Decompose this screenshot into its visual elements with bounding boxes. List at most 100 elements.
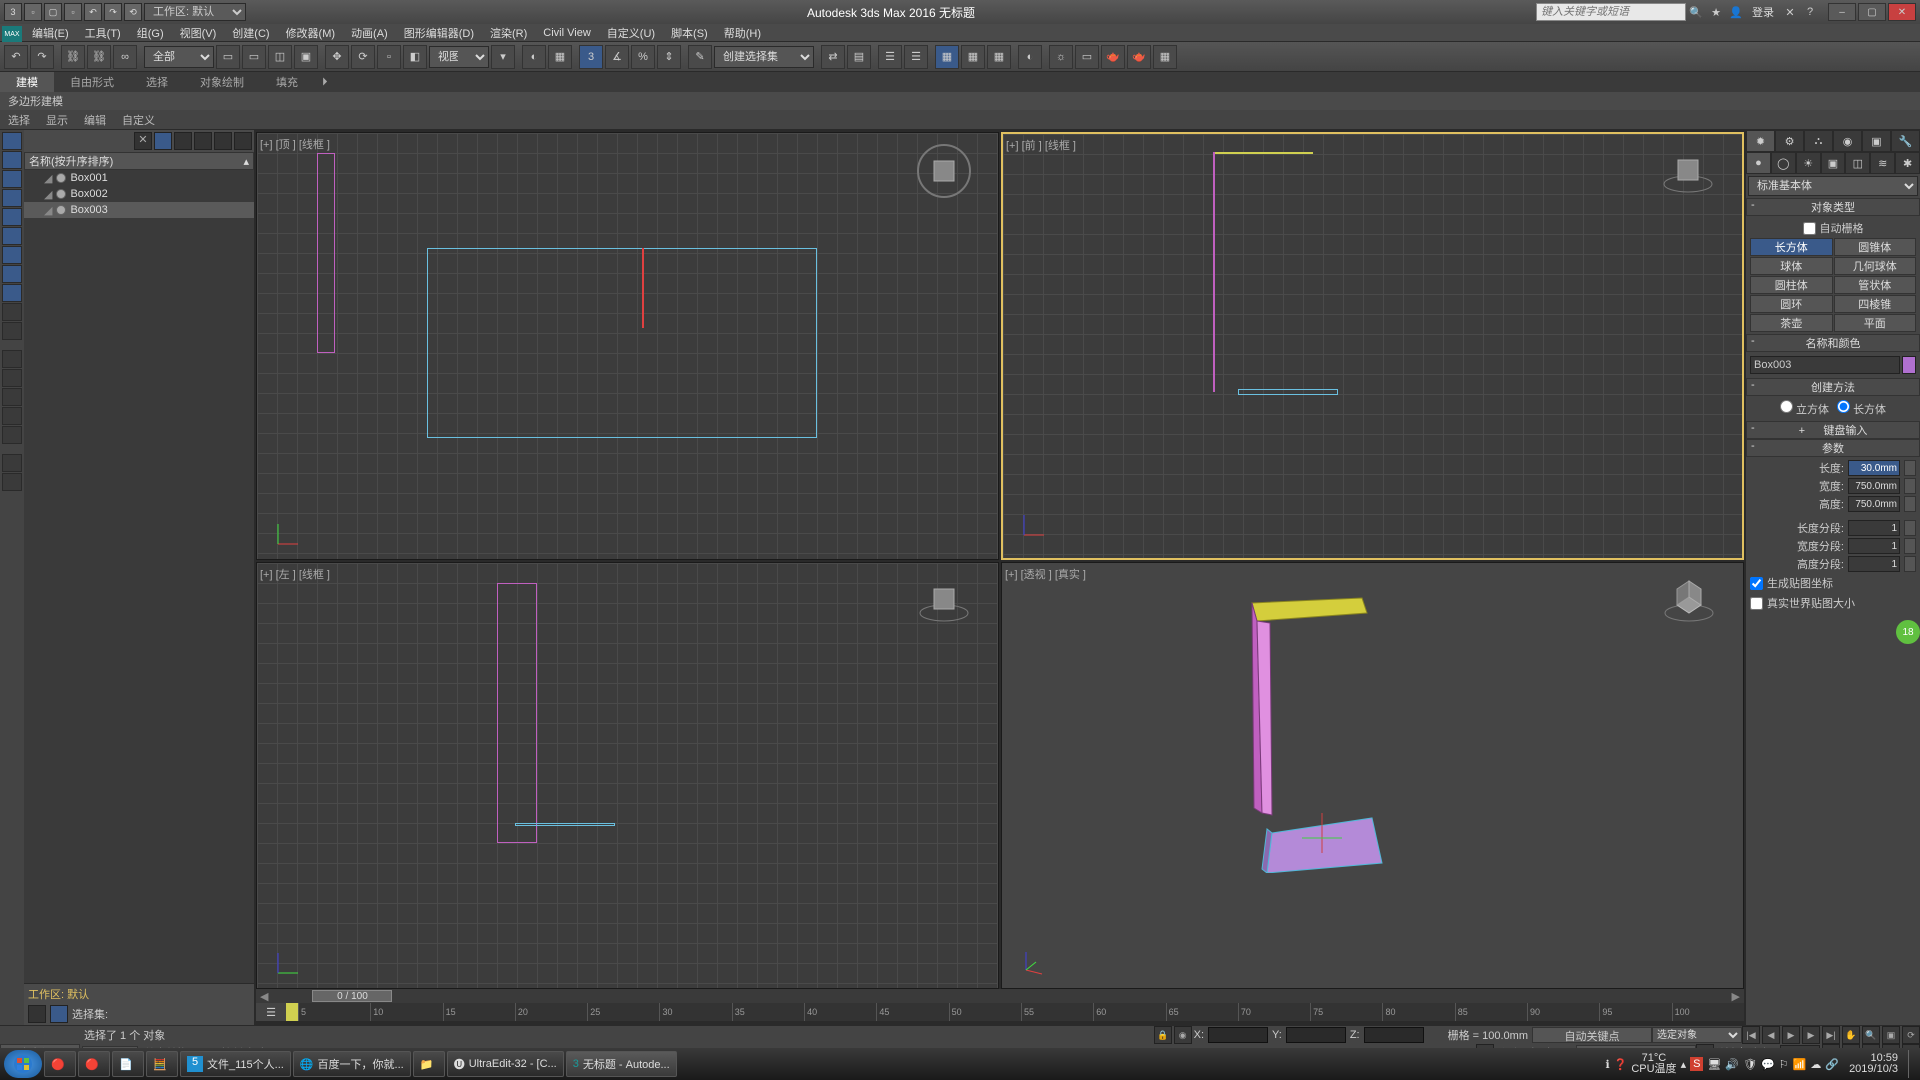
subtab-helpers-icon[interactable]: ◫ bbox=[1845, 152, 1870, 174]
tray-vol-icon[interactable]: 🔊 bbox=[1725, 1058, 1739, 1071]
timeline-key-marker[interactable] bbox=[286, 1003, 298, 1021]
selection-filter-dropdown[interactable]: 全部 bbox=[144, 46, 214, 68]
star-icon[interactable]: ★ bbox=[1706, 2, 1726, 22]
bind-button[interactable]: ∞ bbox=[113, 45, 137, 69]
named-selset-dropdown[interactable]: 创建选择集 bbox=[714, 46, 814, 68]
filter-group3-icon[interactable] bbox=[2, 388, 22, 406]
viewcube-icon[interactable] bbox=[1659, 571, 1719, 631]
undo-icon[interactable]: ↶ bbox=[84, 3, 102, 21]
viewport-perspective[interactable]: [+] [透视 ] [真实 ] bbox=[1001, 562, 1744, 990]
autogrid-checkbox[interactable] bbox=[1803, 222, 1816, 235]
mirror-button[interactable]: ⇄ bbox=[821, 45, 845, 69]
render-setup-button[interactable]: ☼ bbox=[1049, 45, 1073, 69]
taskbar-clock[interactable]: 10:592019/10/3 bbox=[1843, 1053, 1904, 1075]
time-ruler[interactable]: ☰ 51015202530354045505560657075808590951… bbox=[256, 1003, 1744, 1021]
length-spinner[interactable] bbox=[1848, 460, 1900, 476]
taskbar-app2[interactable]: 🔴 bbox=[78, 1051, 110, 1077]
se-mode2-icon[interactable] bbox=[174, 132, 192, 150]
render-online-button[interactable]: ▦ bbox=[1153, 45, 1177, 69]
align-button[interactable]: ▤ bbox=[847, 45, 871, 69]
menu-anim[interactable]: 动画(A) bbox=[343, 25, 396, 41]
prim-geosphere-button[interactable]: 几何球体 bbox=[1834, 257, 1917, 275]
render-frame-button[interactable]: ▭ bbox=[1075, 45, 1099, 69]
scene-item[interactable]: ◢Box001 bbox=[24, 170, 254, 186]
filter-cam-icon[interactable] bbox=[2, 189, 22, 207]
tray-info-icon[interactable]: ℹ bbox=[1605, 1058, 1609, 1071]
maximize-button[interactable]: ▢ bbox=[1858, 3, 1886, 21]
filter-light-icon[interactable] bbox=[2, 170, 22, 188]
rollout-params-header[interactable]: 参数 bbox=[1746, 439, 1920, 457]
spinner-arrows-icon[interactable] bbox=[1904, 538, 1916, 554]
filter-bone-icon[interactable] bbox=[2, 246, 22, 264]
redo-icon[interactable]: ↷ bbox=[104, 3, 122, 21]
tray-more-icon[interactable]: ☁ bbox=[1810, 1058, 1821, 1071]
menu-script[interactable]: 脚本(S) bbox=[663, 25, 716, 41]
se-display[interactable]: 显示 bbox=[46, 112, 68, 128]
viewport-top[interactable]: [+] [顶 ] [线框 ] bbox=[256, 132, 999, 560]
prim-box-button[interactable]: 长方体 bbox=[1750, 238, 1833, 256]
filter-group4-icon[interactable] bbox=[2, 407, 22, 425]
pivot-button[interactable]: ▾ bbox=[491, 45, 515, 69]
rollout-method-header[interactable]: 创建方法 bbox=[1746, 378, 1920, 396]
filter-group1-icon[interactable] bbox=[2, 350, 22, 368]
edit-selset-button[interactable]: ✎ bbox=[688, 45, 712, 69]
ribbon-tab-freeform[interactable]: 自由形式 bbox=[54, 72, 130, 92]
snap-toggle-3[interactable]: 3 bbox=[579, 45, 603, 69]
goto-end-button[interactable]: ▶| bbox=[1822, 1026, 1840, 1044]
tab-create-icon[interactable]: ✹ bbox=[1746, 130, 1775, 152]
link-icon[interactable]: ⟲ bbox=[124, 3, 142, 21]
keymode-button[interactable]: ▦ bbox=[548, 45, 572, 69]
autokey-button[interactable]: 自动关键点 bbox=[1532, 1027, 1652, 1043]
y-coord-input[interactable] bbox=[1286, 1027, 1346, 1043]
tab-display-icon[interactable]: ▣ bbox=[1862, 130, 1891, 152]
iso-icon[interactable]: ◉ bbox=[1174, 1026, 1192, 1044]
viewport-label[interactable]: [+] [透视 ] [真实 ] bbox=[1005, 566, 1086, 582]
object-name-input[interactable] bbox=[1750, 356, 1900, 374]
keymode-dropdown[interactable]: 选定对象 bbox=[1652, 1027, 1742, 1043]
viewport-label[interactable]: [+] [左 ] [线框 ] bbox=[260, 566, 330, 582]
next-frame-button[interactable]: ▶ bbox=[1802, 1026, 1820, 1044]
filter-misc2-icon[interactable] bbox=[2, 322, 22, 340]
refcoord-dropdown[interactable]: 视图 bbox=[429, 46, 489, 68]
render-button[interactable]: 🫖 bbox=[1101, 45, 1125, 69]
scale-button[interactable]: ▫ bbox=[377, 45, 401, 69]
filter-geom-icon[interactable] bbox=[2, 132, 22, 150]
object-color-swatch[interactable] bbox=[1902, 356, 1916, 374]
viewport-label[interactable]: [+] [前 ] [线框 ] bbox=[1006, 137, 1076, 153]
menu-edit[interactable]: 编辑(E) bbox=[24, 25, 77, 41]
close-button[interactable]: ✕ bbox=[1888, 3, 1916, 21]
se-foot1-icon[interactable] bbox=[28, 1005, 46, 1023]
ribbon-tab-paint[interactable]: 对象绘制 bbox=[184, 72, 260, 92]
help-search-input[interactable] bbox=[1536, 3, 1686, 21]
taskbar-app4[interactable]: 🧮 bbox=[146, 1051, 178, 1077]
redo-button[interactable]: ↷ bbox=[30, 45, 54, 69]
taskbar-item[interactable]: 🌐百度一下，你就... bbox=[293, 1051, 411, 1077]
save-icon[interactable]: ▫ bbox=[64, 3, 82, 21]
viewcube-icon[interactable] bbox=[914, 571, 974, 631]
nav-fov-icon[interactable]: ▣ bbox=[1882, 1026, 1900, 1044]
time-slider[interactable]: ◀ 0 / 100 ▶ bbox=[256, 989, 1744, 1003]
show-desktop-button[interactable] bbox=[1908, 1050, 1916, 1078]
nav-zoom-icon[interactable]: 🔍 bbox=[1862, 1026, 1880, 1044]
user-icon[interactable]: 👤 bbox=[1726, 2, 1746, 22]
link-button[interactable]: ⛓ bbox=[61, 45, 85, 69]
tray-sig-icon[interactable]: 📶 bbox=[1793, 1058, 1807, 1071]
se-custom[interactable]: 自定义 bbox=[122, 112, 155, 128]
subtab-cameras-icon[interactable]: ▣ bbox=[1821, 152, 1846, 174]
radio-cube[interactable]: 立方体 bbox=[1780, 400, 1829, 417]
rollout-objtype-header[interactable]: 对象类型 bbox=[1746, 198, 1920, 216]
prim-teapot-button[interactable]: 茶壶 bbox=[1750, 314, 1833, 332]
viewport-left[interactable]: [+] [左 ] [线框 ] bbox=[256, 562, 999, 990]
percent-snap-button[interactable]: % bbox=[631, 45, 655, 69]
viewport-front[interactable]: [+] [前 ] [线框 ] bbox=[1001, 132, 1744, 560]
taskbar-app1[interactable]: 🔴 bbox=[44, 1051, 76, 1077]
unlink-button[interactable]: ⛓ bbox=[87, 45, 111, 69]
select-name-button[interactable]: ▭ bbox=[242, 45, 266, 69]
spinner-snap-button[interactable]: ⇕ bbox=[657, 45, 681, 69]
se-foot2-icon[interactable] bbox=[50, 1005, 68, 1023]
ribbon-toggle-icon[interactable]: ⏵ bbox=[314, 74, 336, 91]
scene-item[interactable]: ◢Box002 bbox=[24, 186, 254, 202]
se-select[interactable]: 选择 bbox=[8, 112, 30, 128]
ribbon-tab-modeling[interactable]: 建模 bbox=[0, 72, 54, 92]
menu-help[interactable]: 帮助(H) bbox=[716, 25, 769, 41]
